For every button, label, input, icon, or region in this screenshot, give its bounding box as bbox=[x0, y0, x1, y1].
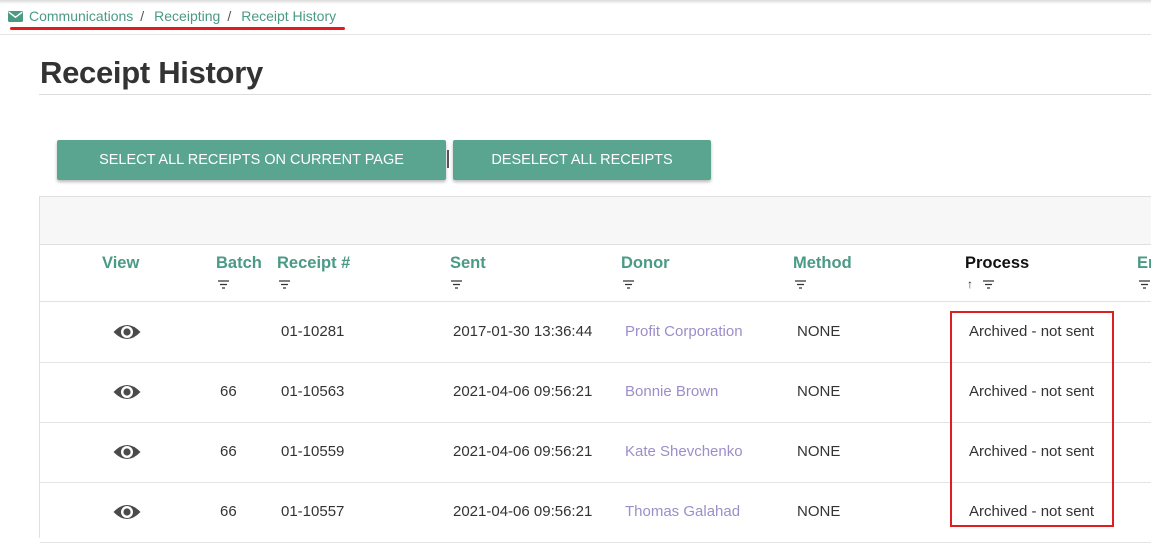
filter-icon[interactable] bbox=[279, 280, 290, 289]
filter-icon[interactable] bbox=[1139, 280, 1150, 289]
filter-icon[interactable] bbox=[218, 280, 229, 289]
process-status-cell: Archived - not sent bbox=[969, 443, 1095, 460]
filter-icon[interactable] bbox=[623, 280, 634, 289]
column-header-batch[interactable]: Batch bbox=[216, 254, 262, 273]
donor-link[interactable]: Bonnie Brown bbox=[625, 362, 718, 422]
batch-cell: 66 bbox=[220, 443, 237, 460]
donor-link[interactable]: Profit Corporation bbox=[625, 302, 743, 362]
sent-date-cell: 2021-04-06 09:56:21 bbox=[453, 443, 593, 460]
receipt-number-cell: 01-10557 bbox=[281, 503, 345, 520]
table-row: 66 01-10559 2021-04-06 09:56:21 Kate She… bbox=[40, 422, 1151, 483]
column-header-email[interactable]: Em bbox=[1137, 254, 1151, 273]
table-row: 01-10281 2017-01-30 13:36:44 Profit Corp… bbox=[40, 302, 1151, 363]
batch-cell: 66 bbox=[220, 383, 237, 400]
receipt-number-cell: 01-10559 bbox=[281, 443, 345, 460]
receipts-table: View Batch Receipt # Sent Donor Method P… bbox=[39, 196, 1151, 543]
header-divider bbox=[0, 34, 1151, 35]
column-header-receipt[interactable]: Receipt # bbox=[277, 254, 350, 273]
column-header-method[interactable]: Method bbox=[793, 254, 852, 273]
breadcrumb: Communications / Receipting / Receipt Hi… bbox=[8, 6, 336, 26]
batch-cell: 66 bbox=[220, 503, 237, 520]
eye-icon[interactable] bbox=[113, 322, 141, 342]
button-divider bbox=[447, 150, 449, 168]
table-toolbar bbox=[40, 197, 1151, 245]
filter-icon[interactable] bbox=[795, 280, 806, 289]
table-row: 66 01-10557 2021-04-06 09:56:21 Thomas G… bbox=[40, 482, 1151, 543]
donor-link[interactable]: Kate Shevchenko bbox=[625, 422, 743, 482]
table-row: 66 01-10563 2021-04-06 09:56:21 Bonnie B… bbox=[40, 362, 1151, 423]
column-header-donor[interactable]: Donor bbox=[621, 254, 670, 273]
donor-link[interactable]: Thomas Galahad bbox=[625, 482, 740, 542]
filter-icon[interactable] bbox=[983, 280, 994, 289]
receipt-number-cell: 01-10563 bbox=[281, 383, 345, 400]
top-shadow bbox=[0, 0, 1151, 4]
sort-ascending-icon[interactable]: ↑ bbox=[967, 278, 973, 290]
sent-date-cell: 2021-04-06 09:56:21 bbox=[453, 503, 593, 520]
method-cell: NONE bbox=[797, 383, 841, 400]
eye-icon[interactable] bbox=[113, 502, 141, 522]
column-header-sent[interactable]: Sent bbox=[450, 254, 486, 273]
eye-icon[interactable] bbox=[113, 442, 141, 462]
column-header-view[interactable]: View bbox=[102, 254, 139, 273]
breadcrumb-separator: / bbox=[140, 8, 145, 24]
breadcrumb-receipting[interactable]: Receipting bbox=[154, 8, 220, 24]
method-cell: NONE bbox=[797, 443, 841, 460]
filter-icon[interactable] bbox=[451, 280, 462, 289]
process-status-cell: Archived - not sent bbox=[969, 323, 1095, 340]
eye-icon[interactable] bbox=[113, 382, 141, 402]
breadcrumb-receipt-history[interactable]: Receipt History bbox=[241, 8, 336, 24]
method-cell: NONE bbox=[797, 503, 841, 520]
sent-date-cell: 2017-01-30 13:36:44 bbox=[453, 323, 593, 340]
column-header-process[interactable]: Process bbox=[965, 254, 1029, 273]
method-cell: NONE bbox=[797, 323, 841, 340]
deselect-all-receipts-button[interactable]: DESELECT ALL RECEIPTS bbox=[453, 140, 711, 180]
process-status-cell: Archived - not sent bbox=[969, 383, 1095, 400]
select-all-receipts-button[interactable]: SELECT ALL RECEIPTS ON CURRENT PAGE bbox=[57, 140, 446, 180]
envelope-icon bbox=[8, 10, 23, 22]
breadcrumb-communications[interactable]: Communications bbox=[29, 8, 133, 24]
breadcrumb-separator: / bbox=[227, 8, 232, 24]
receipt-number-cell: 01-10281 bbox=[281, 323, 345, 340]
page-title: Receipt History bbox=[40, 55, 263, 90]
process-status-cell: Archived - not sent bbox=[969, 503, 1095, 520]
sent-date-cell: 2021-04-06 09:56:21 bbox=[453, 383, 593, 400]
title-divider bbox=[39, 94, 1151, 95]
annotation-underline bbox=[10, 27, 345, 30]
